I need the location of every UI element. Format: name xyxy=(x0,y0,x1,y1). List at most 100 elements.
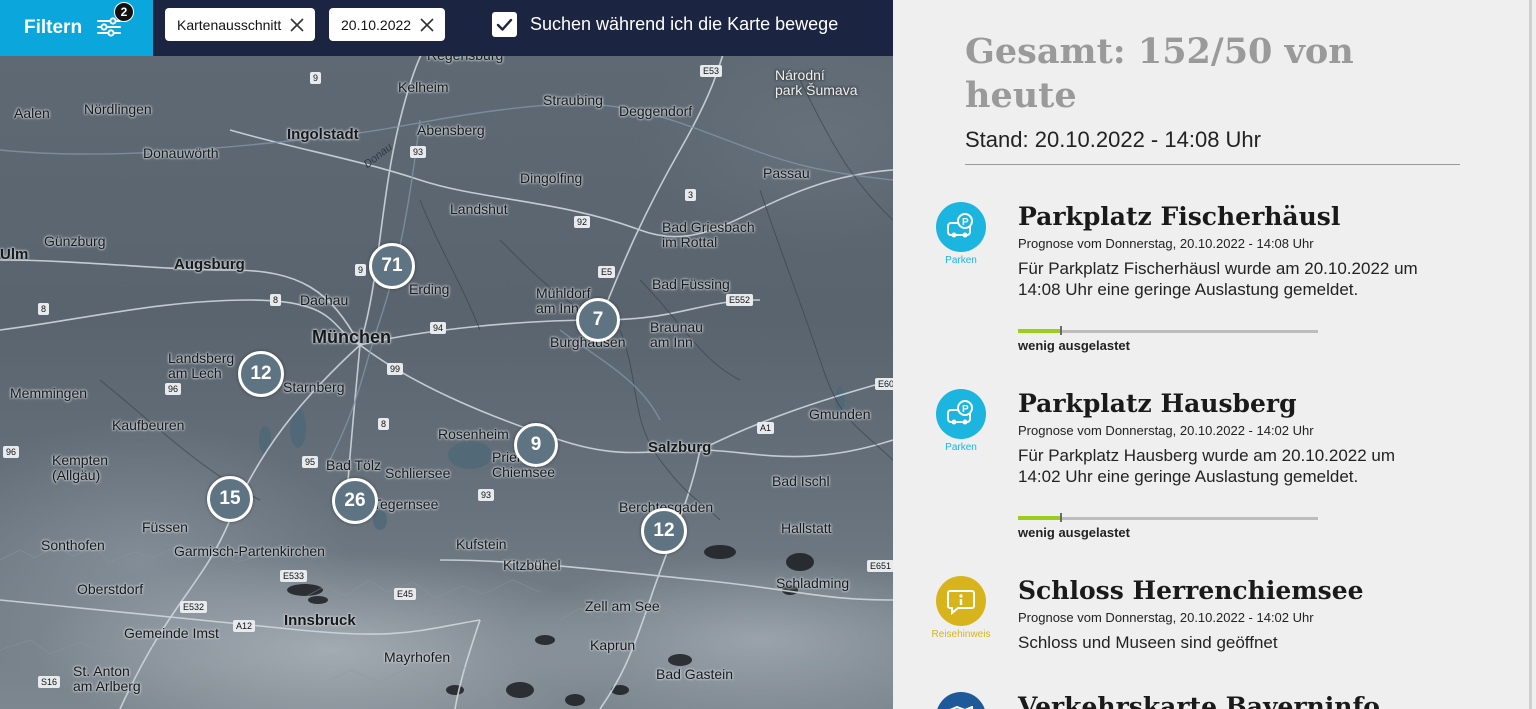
place-label: Braunau am Inn xyxy=(650,319,703,350)
search-on-move-checkbox[interactable] xyxy=(492,12,517,37)
place-label: Dingolfing xyxy=(520,170,583,186)
place-label: Hallstatt xyxy=(781,520,832,536)
entry-title[interactable]: Schloss Herrenchiemsee xyxy=(1018,576,1364,605)
road-shield: 99 xyxy=(387,363,404,375)
place-label: Rosenheim xyxy=(438,426,509,442)
road-shield: 92 xyxy=(574,216,591,228)
road-shield: E5 xyxy=(598,266,616,278)
result-entry[interactable]: P Parken Parkplatz Fischerhäusl Prognose… xyxy=(923,202,1483,362)
place-label: Bad Griesbach im Rottal xyxy=(662,219,755,250)
place-label: Bad Tölz xyxy=(326,457,381,473)
place-label: Günzburg xyxy=(44,233,106,249)
map-cluster-marker[interactable]: 12 xyxy=(641,508,687,554)
filter-chip-label: Kartenausschnitt xyxy=(177,16,282,33)
entry-subtitle: Prognose vom Donnerstag, 20.10.2022 - 14… xyxy=(1018,236,1314,251)
road-shield: 93 xyxy=(410,146,427,158)
map-cluster-marker[interactable]: 71 xyxy=(369,243,415,289)
road-shield: 9 xyxy=(310,72,322,84)
map-cluster-marker[interactable]: 9 xyxy=(514,423,558,467)
road-shield: 96 xyxy=(3,446,20,458)
map-cluster-marker[interactable]: 15 xyxy=(207,476,253,522)
road-shield: A1 xyxy=(757,422,775,434)
filter-chip-date[interactable]: 20.10.2022 xyxy=(329,8,446,41)
place-label: Kitzbühel xyxy=(503,557,561,573)
place-label: Kempten (Allgäu) xyxy=(52,452,109,483)
place-label: Passau xyxy=(763,165,810,181)
place-label: Starnberg xyxy=(283,379,345,395)
road-shield: E533 xyxy=(280,570,308,582)
place-label: Memmingen xyxy=(10,385,88,401)
entry-title[interactable]: Verkehrskarte Bayerninfo xyxy=(1018,692,1380,709)
place-label: Bad Ischl xyxy=(772,473,830,489)
place-label: Dachau xyxy=(300,292,349,308)
place-label: Füssen xyxy=(142,519,188,535)
place-label: Innsbruck xyxy=(284,612,356,629)
place-label: Kufstein xyxy=(456,536,507,552)
place-label: Oberstdorf xyxy=(77,581,144,597)
entry-description: Schloss und Museen sind geöffnet xyxy=(1018,633,1278,652)
place-label: Kaufbeuren xyxy=(112,417,185,433)
place-label: Ulm xyxy=(0,246,29,263)
map-cluster-marker[interactable]: 7 xyxy=(576,298,620,342)
place-label: Ingolstadt xyxy=(287,126,359,143)
result-entry[interactable]: P Parken Parkplatz Hausberg Prognose vom… xyxy=(923,389,1483,549)
entry-title[interactable]: Parkplatz Hausberg xyxy=(1018,389,1297,418)
category-label: Reisehinweis xyxy=(931,629,991,640)
close-icon[interactable] xyxy=(419,17,435,33)
place-label: Garmisch-Partenkirchen xyxy=(174,543,325,559)
place-label: Nördlingen xyxy=(84,101,152,117)
occupancy-bar-fill xyxy=(1018,329,1060,333)
place-label: Salzburg xyxy=(648,439,712,456)
svg-text:P: P xyxy=(962,217,969,228)
road-shield: 94 xyxy=(430,322,447,334)
map-toolbar: Filtern 2 Kartenausschnitt 20.10.2022 Su… xyxy=(0,0,893,56)
place-label: Gemeinde Imst xyxy=(124,625,219,641)
place-label: Mayrhofen xyxy=(384,649,451,665)
map-view[interactable]: Regensburg Kelheim Straubing Deggendorf … xyxy=(0,0,893,709)
place-label: Gmunden xyxy=(809,406,871,422)
occupancy-status: wenig ausgelastet xyxy=(1018,525,1130,540)
place-label: Deggendorf xyxy=(619,103,693,119)
place-label: Donauwörth xyxy=(143,145,219,161)
close-icon[interactable] xyxy=(289,17,305,33)
filter-chip-map-area[interactable]: Kartenausschnitt xyxy=(165,8,316,41)
place-label: Aalen xyxy=(14,105,50,121)
filter-button[interactable]: Filtern 2 xyxy=(0,0,153,56)
place-label: Augsburg xyxy=(174,256,245,273)
place-label: St. Anton am Arlberg xyxy=(73,663,141,694)
checkmark-icon xyxy=(496,18,513,31)
occupancy-bar xyxy=(1018,326,1318,335)
road-shield: 95 xyxy=(302,456,319,468)
place-label: Landsberg am Lech xyxy=(168,350,235,381)
results-panel: Gesamt: 152/50 von heute Stand: 20.10.20… xyxy=(893,0,1536,709)
results-total-heading: Gesamt: 152/50 von heute xyxy=(965,31,1354,116)
entry-description: Für Parkplatz Hausberg wurde am 20.10.20… xyxy=(1018,446,1396,486)
occupancy-status: wenig ausgelastet xyxy=(1018,338,1130,353)
occupancy-bar xyxy=(1018,513,1318,522)
search-on-move-label[interactable]: Suchen während ich die Karte bewege xyxy=(530,14,838,35)
place-label: Schladming xyxy=(776,575,850,591)
entry-description: Für Parkplatz Fischerhäusl wurde am 20.1… xyxy=(1018,259,1418,299)
road-shield: E45 xyxy=(394,588,417,600)
panel-scrollbar[interactable] xyxy=(1529,0,1532,709)
filter-chip-label: 20.10.2022 xyxy=(341,16,412,33)
place-label: Abensberg xyxy=(417,122,485,138)
entry-subtitle: Prognose vom Donnerstag, 20.10.2022 - 14… xyxy=(1018,423,1314,438)
result-entry[interactable]: Reisehinweis Schloss Herrenchiemsee Prog… xyxy=(923,576,1483,676)
map-cluster-marker[interactable]: 12 xyxy=(238,351,284,397)
result-entry[interactable]: Verkehrskarte Bayerninfo xyxy=(923,692,1483,709)
road-shield: E532 xyxy=(180,601,208,613)
road-shield: S16 xyxy=(38,676,61,688)
svg-text:P: P xyxy=(962,404,969,415)
place-label: Bad Füssing xyxy=(652,276,730,292)
road-shield: 96 xyxy=(165,383,182,395)
place-label: Kaprun xyxy=(590,637,636,653)
entry-title[interactable]: Parkplatz Fischerhäusl xyxy=(1018,202,1340,231)
place-label: München xyxy=(312,327,391,347)
road-shield: E552 xyxy=(726,294,754,306)
road-shield: 3 xyxy=(685,189,697,201)
road-shield: E53 xyxy=(700,65,723,77)
road-shield: 9 xyxy=(355,264,367,276)
map-cluster-marker[interactable]: 26 xyxy=(332,478,378,524)
category-label: Parken xyxy=(945,442,977,453)
